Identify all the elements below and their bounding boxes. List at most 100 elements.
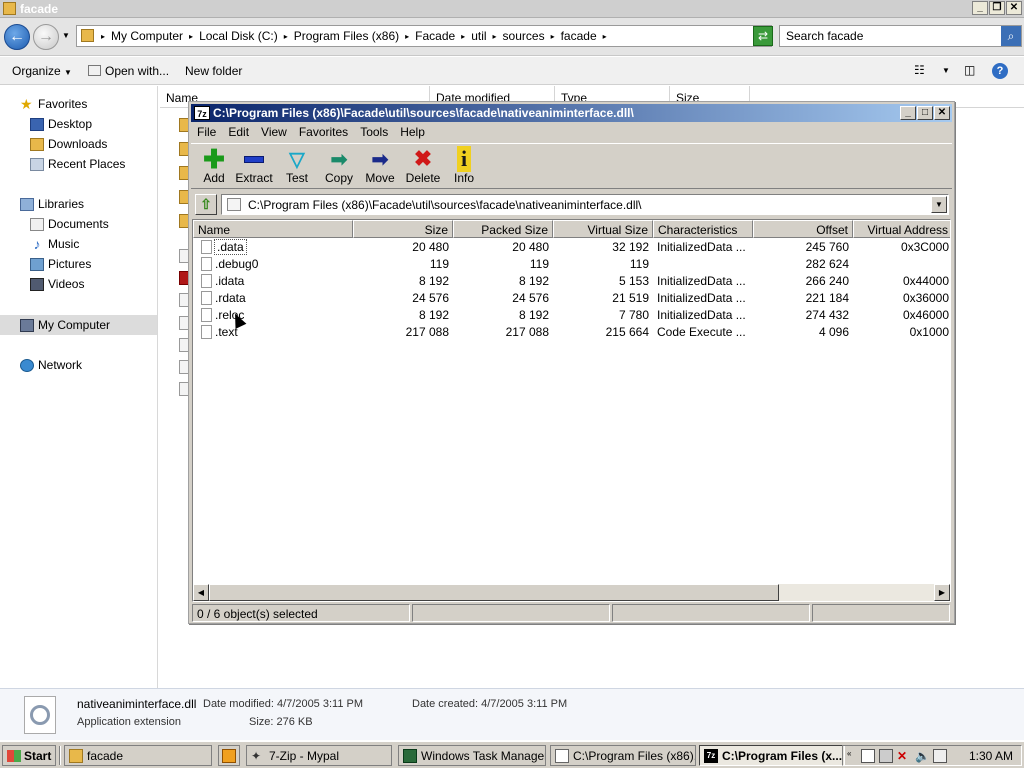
chevron-right-icon[interactable]: ▸	[601, 32, 609, 41]
nav-desktop[interactable]: Desktop	[30, 117, 92, 131]
taskbar-button-7zip-window[interactable]: 7z C:\Program Files (x...	[699, 745, 845, 766]
recent-pages-chevron-icon[interactable]: ▼	[62, 31, 70, 40]
column-packed-size[interactable]: Packed Size	[453, 220, 553, 238]
column-characteristics[interactable]: Characteristics	[653, 220, 753, 238]
file-icon	[201, 308, 212, 322]
chevron-right-icon[interactable]: ▸	[282, 32, 290, 41]
chevron-down-icon[interactable]: ▼	[942, 66, 950, 75]
scrollbar-thumb[interactable]	[209, 584, 779, 601]
breadcrumb-item[interactable]: facade	[557, 29, 601, 43]
organize-button[interactable]: Organize ▼	[12, 64, 72, 78]
nav-music[interactable]: ♪ Music	[30, 237, 80, 252]
scroll-left-icon[interactable]: ◀	[193, 584, 209, 601]
taskbar-button-task-manager[interactable]: Windows Task Manager	[398, 745, 546, 766]
menu-view[interactable]: View	[255, 123, 293, 141]
chevron-right-icon[interactable]: ▸	[99, 32, 107, 41]
preview-pane-icon[interactable]: ◫	[964, 63, 975, 77]
refresh-button[interactable]: ⇄	[753, 26, 773, 46]
nav-network[interactable]: Network	[20, 358, 82, 372]
table-row[interactable]: .data 20 480 20 480 32 192 InitializedDa…	[193, 239, 950, 256]
info-button[interactable]: i Info	[443, 146, 485, 185]
quick-launch-media-player[interactable]	[218, 745, 240, 766]
volume-icon[interactable]: 🔈	[915, 749, 930, 763]
archive-file-list: Name Size Packed Size Virtual Size Chara…	[192, 219, 951, 602]
breadcrumb[interactable]: ▸ My Computer ▸ Local Disk (C:) ▸ Progra…	[76, 25, 772, 47]
nav-recent-places[interactable]: Recent Places	[30, 157, 125, 171]
scroll-right-icon[interactable]: ▶	[934, 584, 950, 601]
column-virtual-size[interactable]: Virtual Size	[553, 220, 653, 238]
table-row[interactable]: .reloc 8 192 8 192 7 780 InitializedData…	[193, 307, 950, 324]
minimize-button[interactable]: _	[900, 106, 916, 120]
help-icon[interactable]: ?	[992, 63, 1008, 79]
search-input[interactable]: Search facade ⌕	[779, 25, 1022, 47]
table-row[interactable]: .text 217 088 217 088 215 664 Code Execu…	[193, 324, 950, 341]
taskbar-button-7zip-mypal[interactable]: ✦ 7-Zip - Mypal	[246, 745, 392, 766]
chevron-right-icon[interactable]: ▸	[549, 32, 557, 41]
open-with-button[interactable]: Open with...	[88, 64, 169, 78]
tray-app-icon[interactable]	[861, 749, 875, 763]
clock[interactable]: 1:30 AM	[969, 749, 1013, 763]
nav-downloads[interactable]: Downloads	[30, 137, 107, 151]
maximize-button[interactable]: ❐	[989, 1, 1005, 15]
column-virtual-address[interactable]: Virtual Address	[853, 220, 950, 238]
menu-file[interactable]: File	[191, 123, 222, 141]
up-folder-button[interactable]: ⇧	[195, 194, 217, 215]
taskbar-button-explorer-path[interactable]: C:\Program Files (x86)...	[550, 745, 696, 766]
horizontal-scrollbar[interactable]: ◀ ▶	[193, 584, 950, 601]
tray-app-icon[interactable]	[933, 749, 947, 763]
delete-button[interactable]: ✖ Delete	[402, 146, 444, 185]
copy-button[interactable]: ➡ Copy	[318, 147, 360, 186]
breadcrumb-item[interactable]: util	[467, 29, 490, 43]
breadcrumb-item[interactable]: Local Disk (C:)	[195, 29, 282, 43]
add-button[interactable]: ✚ Add	[193, 143, 235, 186]
chevron-right-icon[interactable]: ▸	[403, 32, 411, 41]
nav-libraries[interactable]: Libraries	[20, 197, 84, 211]
view-options-icon[interactable]: ☷	[914, 63, 925, 77]
table-row[interactable]: .rdata 24 576 24 576 21 519 InitializedD…	[193, 290, 950, 307]
path-combobox[interactable]: C:\Program Files (x86)\Facade\util\sourc…	[221, 194, 949, 215]
network-tray-icon[interactable]	[879, 749, 893, 763]
cell-name: .data	[214, 239, 247, 255]
network-disconnected-icon[interactable]: ✕	[897, 749, 911, 763]
breadcrumb-item[interactable]: My Computer	[107, 29, 187, 43]
status-panel	[612, 604, 810, 622]
tray-expand-icon[interactable]: «	[847, 749, 861, 763]
table-row[interactable]: .debug0 119 119 119 282 624	[193, 256, 950, 273]
chevron-right-icon[interactable]: ▸	[491, 32, 499, 41]
close-button[interactable]: ✕	[1006, 1, 1022, 15]
nav-videos[interactable]: Videos	[30, 277, 84, 291]
start-button[interactable]: Start	[2, 745, 56, 766]
maximize-button[interactable]: □	[917, 106, 933, 120]
forward-button[interactable]: →	[33, 24, 59, 50]
nav-my-computer[interactable]: My Computer	[20, 318, 110, 332]
new-folder-button[interactable]: New folder	[185, 64, 242, 78]
breadcrumb-item[interactable]: Facade	[411, 29, 459, 43]
menu-favorites[interactable]: Favorites	[293, 123, 354, 141]
breadcrumb-item[interactable]: Program Files (x86)	[290, 29, 403, 43]
nav-documents[interactable]: Documents	[30, 217, 109, 231]
plus-icon: ✚	[203, 143, 225, 174]
column-name[interactable]: Name	[193, 220, 353, 238]
search-icon[interactable]: ⌕	[1001, 26, 1021, 46]
menu-help[interactable]: Help	[394, 123, 431, 141]
system-tray: « ✕ 🔈 1:30 AM	[842, 745, 1022, 766]
move-button[interactable]: ➡ Move	[359, 147, 401, 186]
nav-favorites[interactable]: ★ Favorites	[20, 97, 87, 112]
back-button[interactable]: ←	[4, 24, 30, 50]
minimize-button[interactable]: _	[972, 1, 988, 15]
test-button[interactable]: ▽ Test	[276, 147, 318, 186]
breadcrumb-item[interactable]: sources	[499, 29, 549, 43]
menu-tools[interactable]: Tools	[354, 123, 394, 141]
column-size[interactable]: Size	[353, 220, 453, 238]
chevron-down-icon[interactable]: ▼	[931, 196, 947, 213]
taskbar-button-facade[interactable]: facade	[64, 745, 212, 766]
extract-button[interactable]: Extract	[233, 147, 275, 185]
menu-edit[interactable]: Edit	[222, 123, 255, 141]
chevron-right-icon[interactable]: ▸	[187, 32, 195, 41]
cell-size: 20 480	[412, 240, 449, 254]
nav-pictures[interactable]: Pictures	[30, 257, 91, 271]
chevron-right-icon[interactable]: ▸	[459, 32, 467, 41]
column-offset[interactable]: Offset	[753, 220, 853, 238]
close-button[interactable]: ✕	[934, 106, 950, 120]
table-row[interactable]: .idata 8 192 8 192 5 153 InitializedData…	[193, 273, 950, 290]
